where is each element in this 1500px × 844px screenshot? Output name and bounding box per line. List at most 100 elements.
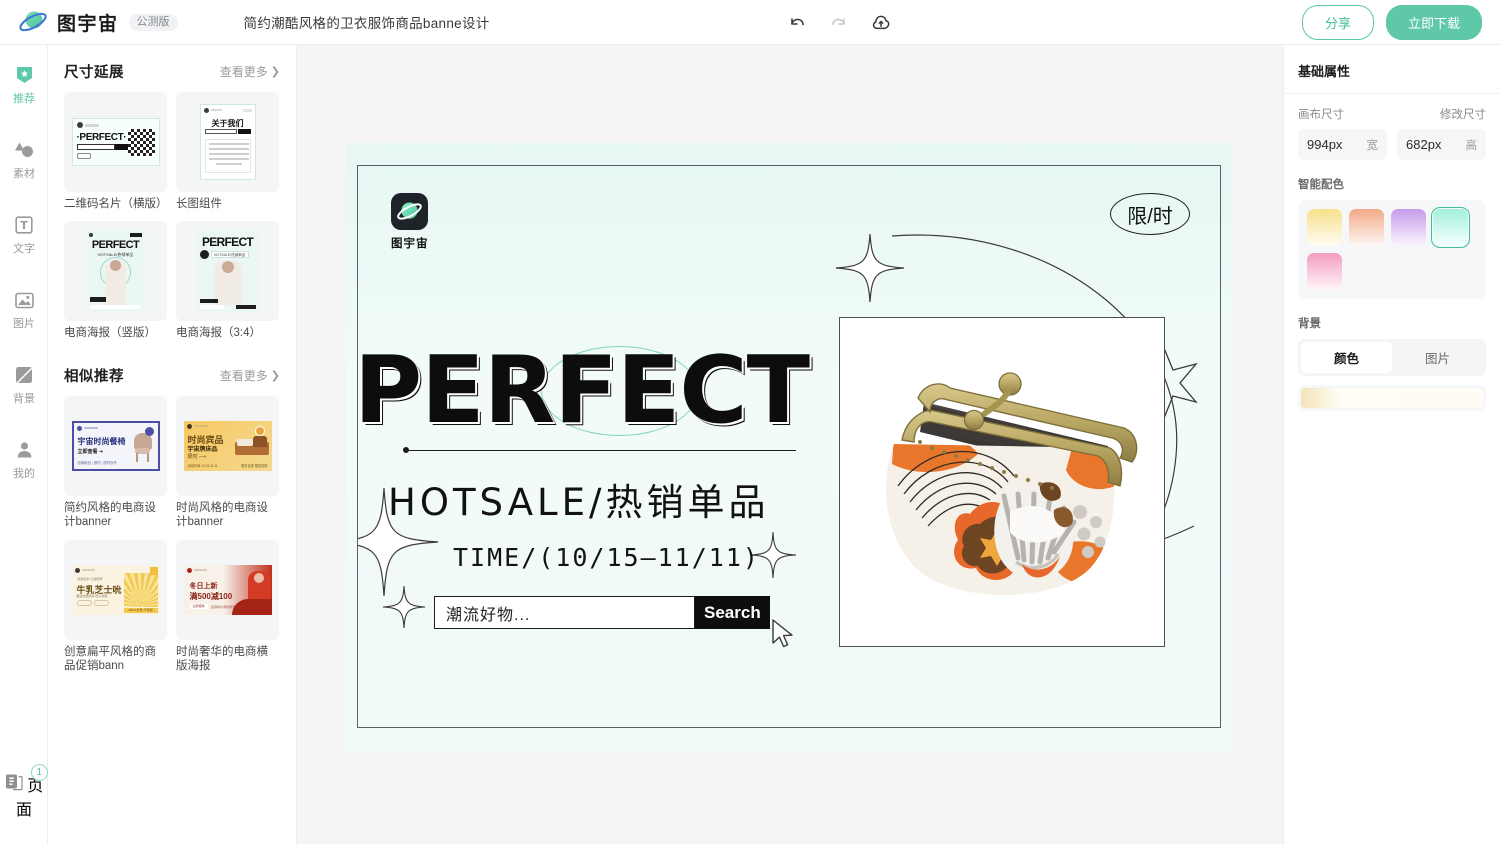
sidebar-item-background[interactable]: 背景 (0, 355, 48, 412)
canvas-size-block: 画布尺寸 修改尺寸 994px 宽 682px 高 (1284, 94, 1500, 160)
template-card[interactable]: 时尚宾品 宇宙牌床品 限时 ⟶ 活动时间 10.15-11.11 更多优惠 限量… (176, 395, 279, 530)
template-card[interactable]: 宇宙时尚餐椅 立即查看 ➜ 品牌新品 | 限时 | 限时秒杀 简约风格的电商设计… (64, 395, 167, 530)
template-card[interactable]: PERFECT HOTSALE/热销单品 电商海报（3:4） (176, 221, 279, 340)
background-fill-preview[interactable] (1298, 385, 1486, 411)
bed-banner-art: 时尚宾品 宇宙牌床品 限时 ⟶ 活动时间 10.15-11.11 更多优惠 限量… (183, 420, 272, 471)
poster-34-art: PERFECT HOTSALE/热销单品 (196, 230, 259, 313)
cursor-pointer-icon (770, 618, 796, 655)
sidebar-item-mine[interactable]: 我的 (0, 430, 48, 487)
section-header-similar: 相似推荐 查看更多 ❯ (48, 347, 296, 394)
swatch-pink[interactable] (1307, 253, 1342, 290)
swatch-purple[interactable] (1391, 209, 1426, 246)
palette-swatches (1298, 200, 1486, 299)
swatch-yellow[interactable] (1307, 209, 1342, 246)
template-thumbnail: 新鲜出炉·口感醇厚 牛乳芝士吮 甄选优质原料 匠心烘焙 100% 好吃·不添加 (64, 539, 167, 640)
sidebar-label-mine: 我的 (13, 468, 35, 480)
canvas-search-widget[interactable]: 潮流好物... Search (434, 596, 770, 629)
redo-icon[interactable] (829, 13, 849, 33)
sidebar-item-text[interactable]: T 文字 (0, 205, 48, 262)
properties-title: 基础属性 (1284, 45, 1500, 94)
template-thumbnail: PERFECT HOTSALE/热销单品 (64, 221, 167, 322)
template-thumbnail: 宇宙时尚餐椅 立即查看 ➜ 品牌新品 | 限时 | 限时秒杀 (64, 395, 167, 496)
template-thumbnail: ·PERFECT· (64, 92, 167, 192)
height-input[interactable]: 682px 高 (1397, 129, 1486, 160)
template-card[interactable]: PERFECT HOTSALE/热销单品 电商海报（竖版） (64, 221, 167, 340)
cake-banner-art: 新鲜出炉·口感醇厚 牛乳芝士吮 甄选优质原料 匠心烘焙 100% 好吃·不添加 (71, 564, 160, 615)
see-more-link[interactable]: 查看更多 ❯ (220, 367, 280, 384)
undo-icon[interactable] (787, 13, 807, 33)
template-label: 时尚风格的电商设计banner (176, 501, 268, 529)
top-bar: 图宇宙 公测版 简约潮酷风格的卫衣服饰商品banne设计 分享 立即下载 (0, 0, 1500, 45)
sidebar-label-recommend: 推荐 (13, 93, 35, 105)
size-extend-grid: ·PERFECT· 二维码名片（横版） 关于我们 长图组件 PERFECT HO… (48, 90, 296, 347)
template-label: 创意扁平风格的商品促销bann (64, 645, 156, 672)
tab-background-image[interactable]: 图片 (1392, 342, 1483, 373)
limited-time-badge[interactable]: 限/时 (1110, 193, 1190, 235)
swatch-mint[interactable] (1431, 207, 1470, 248)
image-icon (0, 289, 48, 311)
see-more-label: 查看更多 (219, 65, 268, 79)
headline-perfect[interactable]: PERFECT (354, 344, 894, 437)
section-title: 相似推荐 (64, 368, 124, 385)
canvas-size-label: 画布尺寸 (1298, 109, 1344, 121)
canvas-stage[interactable]: 图宇宙 PERFECT HOTSALE/热销单品 TIME/(10/15—11/… (297, 45, 1283, 844)
star-badge-icon (0, 64, 48, 86)
document-title[interactable]: 简约潮酷风格的卫衣服饰商品banne设计 (244, 12, 490, 32)
sidebar-item-recommend[interactable]: 推荐 (0, 55, 48, 112)
artboard[interactable]: 图宇宙 PERFECT HOTSALE/热销单品 TIME/(10/15—11/… (346, 143, 1232, 751)
planet-logo-icon (18, 7, 48, 37)
section-title: 尺寸延展 (64, 65, 124, 81)
sidebar-item-image[interactable]: 图片 (0, 280, 48, 337)
width-input[interactable]: 994px 宽 (1298, 129, 1387, 160)
height-unit: 高 (1465, 139, 1478, 152)
template-label: 电商海报（竖版） (64, 327, 156, 340)
left-icon-rail: 推荐 素材 T 文字 图片 背景 我的 1 页面 (0, 45, 48, 844)
sidebar-item-materials[interactable]: 素材 (0, 130, 48, 187)
template-card[interactable]: 关于我们 长图组件 (176, 92, 279, 211)
smart-palette-block: 智能配色 (1284, 160, 1500, 299)
smart-palette-label: 智能配色 (1298, 179, 1344, 191)
template-label: 简约风格的电商设计banner (64, 501, 156, 529)
template-thumbnail: PERFECT HOTSALE/热销单品 (176, 221, 279, 322)
modify-size-label[interactable]: 修改尺寸 (1440, 106, 1486, 122)
template-card[interactable]: ·PERFECT· 二维码名片（横版） (64, 92, 168, 211)
pages-icon (5, 771, 23, 793)
sidebar-label-materials: 素材 (13, 168, 35, 180)
brand-name: 图宇宙 (57, 13, 119, 35)
topbar-actions: 分享 立即下载 (1301, 0, 1482, 45)
template-card[interactable]: 冬日上新 满500减100 立即抢购 活动时间 限时限量 时尚奢华的电商横版海报 (176, 539, 279, 674)
subheadline-hotsale[interactable]: HOTSALE/热销单品 (388, 472, 770, 526)
qr-card-art: ·PERFECT· (71, 118, 160, 166)
see-more-link[interactable]: 查看更多 ❯ (220, 63, 280, 80)
recommend-panel: 尺寸延展 查看更多 ❯ ·PERFECT· 二维码名片（横版） 关于我们 长图组… (48, 45, 297, 844)
canvas-search-input[interactable]: 潮流好物... (434, 596, 695, 629)
long-image-art: 关于我们 (199, 104, 256, 180)
section-header-size-extend: 尺寸延展 查看更多 ❯ (48, 45, 296, 90)
download-button[interactable]: 立即下载 (1385, 5, 1482, 40)
background-fill-swatch (1301, 388, 1483, 408)
template-card[interactable]: 新鲜出炉·口感醇厚 牛乳芝士吮 甄选优质原料 匠心烘焙 100% 好吃·不添加 … (64, 539, 167, 674)
template-label: 时尚奢华的电商横版海报 (176, 645, 268, 672)
pages-control[interactable]: 1 页面 (0, 764, 48, 820)
pages-count-badge: 1 (30, 764, 48, 781)
poster-vertical-art: PERFECT HOTSALE/热销单品 (86, 230, 145, 313)
size-inputs: 994px 宽 682px 高 (1298, 129, 1486, 160)
template-thumbnail: 关于我们 (176, 92, 279, 192)
tab-background-color[interactable]: 颜色 (1301, 342, 1392, 373)
svg-text:T: T (20, 219, 28, 232)
brand[interactable]: 图宇宙 公测版 (18, 7, 178, 37)
template-thumbnail: 冬日上新 满500减100 立即抢购 活动时间 限时限量 (176, 539, 279, 640)
time-range-text[interactable]: TIME/(10/15—11/11) (453, 543, 760, 572)
swatch-orange[interactable] (1349, 209, 1384, 246)
cloud-upload-icon[interactable] (871, 13, 891, 33)
sidebar-label-background: 背景 (13, 393, 35, 405)
share-button[interactable]: 分享 (1301, 5, 1374, 40)
width-value: 994px (1307, 137, 1343, 152)
canvas-size-row: 画布尺寸 修改尺寸 (1298, 106, 1486, 122)
background-block: 背景 颜色 图片 (1284, 299, 1500, 411)
properties-panel: 基础属性 画布尺寸 修改尺寸 994px 宽 682px 高 智能配色 背景 颜… (1283, 45, 1500, 844)
user-icon (0, 439, 48, 461)
chevron-right-icon: ❯ (270, 66, 280, 78)
product-image-frame[interactable] (839, 317, 1165, 647)
canvas-search-button[interactable]: Search (695, 596, 770, 629)
